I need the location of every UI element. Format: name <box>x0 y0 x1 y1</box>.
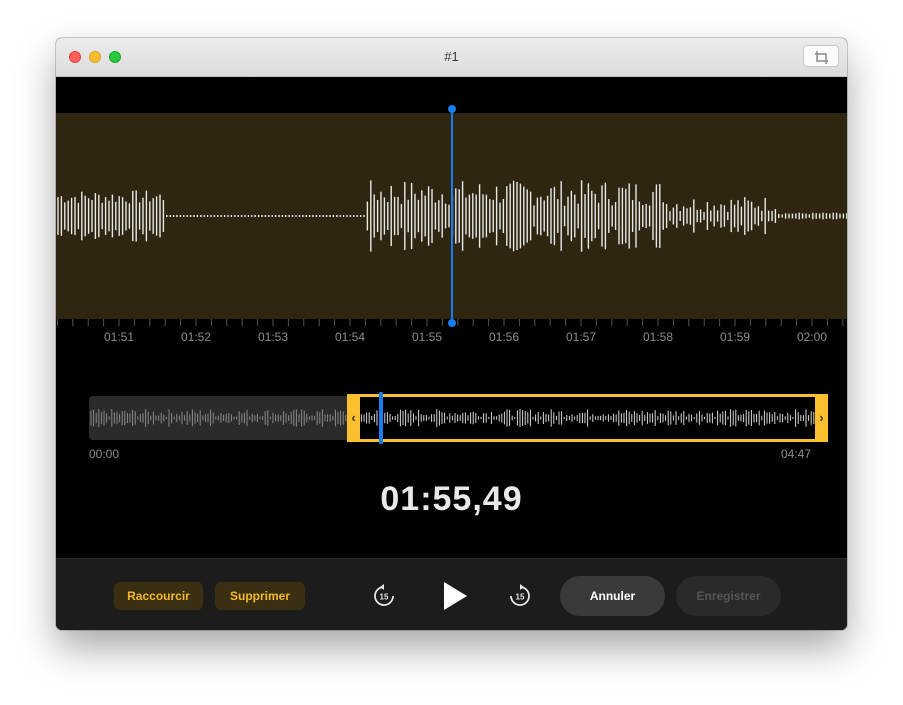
save-button[interactable]: Enregistrer <box>676 576 781 616</box>
playhead-top-handle[interactable] <box>448 105 456 113</box>
overview-start-time: 00:00 <box>89 447 120 461</box>
skip-back-15-icon: 15 <box>374 584 394 606</box>
skip-forward-15-icon: 15 <box>510 584 530 606</box>
ruler-label: 02:00 <box>796 330 828 344</box>
svg-text:15: 15 <box>380 593 389 602</box>
trim-handle-left[interactable]: ‹ <box>347 394 360 442</box>
ruler-label: 01:52 <box>180 330 212 344</box>
window-title: #1 <box>444 49 459 64</box>
crop-icon <box>815 51 828 64</box>
cancel-button[interactable]: Annuler <box>560 576 665 616</box>
chevron-right-icon: › <box>819 410 824 425</box>
playhead[interactable] <box>451 109 453 323</box>
ruler-label: 01:55 <box>411 330 443 344</box>
play-button[interactable] <box>439 579 471 613</box>
delete-button[interactable]: Supprimer <box>215 582 305 610</box>
svg-text:15: 15 <box>516 593 525 602</box>
ruler-label: 01:53 <box>257 330 289 344</box>
current-time: 01:55,49 <box>380 480 523 518</box>
skip-forward-button[interactable]: 15 <box>508 584 532 608</box>
ruler-label: 01:51 <box>103 330 135 344</box>
ruler-label: 01:57 <box>565 330 597 344</box>
ruler-label: 01:58 <box>642 330 674 344</box>
bottom-toolbar: Raccourcir Supprimer 15 15 Annuler Enreg… <box>56 558 847 630</box>
trim-selection[interactable] <box>348 394 828 442</box>
trim-button[interactable]: Raccourcir <box>114 582 203 610</box>
app-window: #1 01:51 01:52 01:53 01:54 01:55 01:56 01:57 01… <box>56 38 847 630</box>
trim-handle-right[interactable]: › <box>815 394 828 442</box>
play-icon <box>444 582 467 610</box>
overview-playhead[interactable] <box>379 392 383 444</box>
overview-end-time: 04:47 <box>781 447 812 461</box>
chevron-left-icon: ‹ <box>351 410 356 425</box>
ruler-label: 01:56 <box>488 330 520 344</box>
ruler-label: 01:59 <box>719 330 751 344</box>
skip-back-button[interactable]: 15 <box>372 584 396 608</box>
title-bar: #1 <box>56 38 847 77</box>
playhead-bottom-handle[interactable] <box>448 319 456 327</box>
ruler-label: 01:54 <box>334 330 366 344</box>
crop-button[interactable] <box>803 45 839 67</box>
